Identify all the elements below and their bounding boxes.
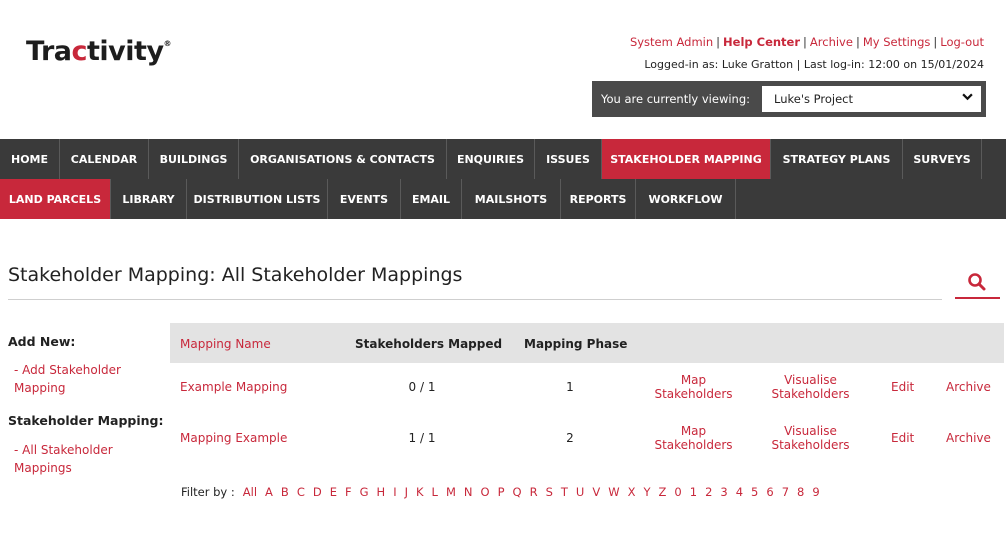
logout-link[interactable]: Log-out	[940, 35, 984, 49]
tab-mailshots[interactable]: MAILSHOTS	[462, 179, 561, 219]
search-icon	[968, 273, 986, 291]
map-stakeholders-link[interactable]: Map Stakeholders	[646, 424, 741, 452]
archive-row-link[interactable]: Archive	[946, 380, 991, 394]
viewing-label: You are currently viewing:	[601, 92, 751, 106]
filter-letter[interactable]: F	[345, 485, 352, 499]
filter-letter[interactable]: 3	[720, 485, 727, 499]
primary-nav: HOME CALENDAR BUILDINGS ORGANISATIONS & …	[0, 139, 1006, 179]
sidebar-section-heading: Stakeholder Mapping:	[8, 413, 164, 428]
filter-letter[interactable]: B	[281, 485, 289, 499]
column-stakeholders-mapped: Stakeholders Mapped	[355, 337, 503, 351]
filter-letter[interactable]: 0	[674, 485, 681, 499]
filter-letter[interactable]: 7	[782, 485, 789, 499]
filter-letter[interactable]: W	[608, 485, 619, 499]
filter-letter[interactable]: 2	[705, 485, 712, 499]
filter-letter[interactable]: K	[416, 485, 424, 499]
filter-letter[interactable]: G	[360, 485, 369, 499]
filter-letter[interactable]: T	[561, 485, 568, 499]
tab-buildings[interactable]: BUILDINGS	[149, 139, 239, 179]
my-settings-link[interactable]: My Settings	[863, 35, 931, 49]
title-divider	[8, 299, 942, 300]
filter-letter[interactable]: R	[530, 485, 538, 499]
filter-letter[interactable]: M	[446, 485, 456, 499]
filter-letter[interactable]: I	[393, 485, 396, 499]
mapping-name-link[interactable]: Example Mapping	[180, 380, 287, 394]
column-mapping-phase: Mapping Phase	[524, 337, 628, 351]
login-info: Logged-in as: Luke Gratton | Last log-in…	[644, 58, 984, 71]
filter-letter[interactable]: V	[592, 485, 600, 499]
tab-reports[interactable]: REPORTS	[561, 179, 636, 219]
filter-letter[interactable]: 8	[797, 485, 804, 499]
filter-letter[interactable]: 1	[690, 485, 697, 499]
project-select[interactable]: Luke's Project	[762, 86, 981, 112]
archive-link[interactable]: Archive	[810, 35, 853, 49]
filter-letter[interactable]: 5	[751, 485, 758, 499]
filter-letter[interactable]: H	[377, 485, 386, 499]
filter-letter[interactable]: E	[330, 485, 337, 499]
archive-row-link[interactable]: Archive	[946, 431, 991, 445]
filter-letter[interactable]: 9	[812, 485, 819, 499]
tab-home[interactable]: HOME	[0, 139, 60, 179]
edit-link[interactable]: Edit	[891, 431, 914, 445]
secondary-nav: LAND PARCELS LIBRARY DISTRIBUTION LISTS …	[0, 179, 1006, 219]
mapping-phase-value: 1	[566, 380, 574, 394]
tab-surveys[interactable]: SURVEYS	[903, 139, 982, 179]
filter-letter[interactable]: Z	[659, 485, 667, 499]
stakeholders-mapped-value: 1 / 1	[408, 431, 436, 445]
chevron-down-icon	[962, 91, 973, 105]
tab-distribution-lists[interactable]: DISTRIBUTION LISTS	[187, 179, 328, 219]
mapping-phase-value: 2	[566, 431, 574, 445]
project-viewing-bar: You are currently viewing: Luke's Projec…	[592, 81, 986, 117]
tab-library[interactable]: LIBRARY	[111, 179, 187, 219]
tab-calendar[interactable]: CALENDAR	[60, 139, 149, 179]
tab-email[interactable]: EMAIL	[401, 179, 462, 219]
system-admin-link[interactable]: System Admin	[630, 35, 713, 49]
column-mapping-name[interactable]: Mapping Name	[180, 337, 271, 351]
filter-letter[interactable]: C	[297, 485, 305, 499]
filter-letter[interactable]: 4	[736, 485, 743, 499]
project-select-value: Luke's Project	[774, 92, 853, 106]
map-stakeholders-link[interactable]: Map Stakeholders	[646, 373, 741, 401]
filter-letter[interactable]: U	[576, 485, 584, 499]
mapping-name-link[interactable]: Mapping Example	[180, 431, 287, 445]
filter-letter[interactable]: Y	[643, 485, 650, 499]
filter-letter[interactable]: All	[243, 485, 257, 499]
tab-organisations-contacts[interactable]: ORGANISATIONS & CONTACTS	[239, 139, 447, 179]
visualise-stakeholders-link[interactable]: Visualise Stakeholders	[763, 424, 858, 452]
sidebar-add-new-heading: Add New:	[8, 334, 76, 349]
table-header: Mapping Name Stakeholders Mapped Mapping…	[170, 323, 1004, 363]
filter-letter[interactable]: A	[265, 485, 273, 499]
tab-stakeholder-mapping[interactable]: STAKEHOLDER MAPPING	[602, 139, 771, 179]
filter-letter[interactable]: X	[628, 485, 636, 499]
filter-letter[interactable]: P	[498, 485, 505, 499]
visualise-stakeholders-link[interactable]: Visualise Stakeholders	[763, 373, 858, 401]
add-stakeholder-mapping-link[interactable]: - Add Stakeholder Mapping	[14, 361, 144, 397]
filter-letter[interactable]: S	[546, 485, 553, 499]
stakeholders-mapped-value: 0 / 1	[408, 380, 436, 394]
filter-letter[interactable]: L	[432, 485, 438, 499]
page-title: Stakeholder Mapping: All Stakeholder Map…	[8, 264, 463, 286]
tab-enquiries[interactable]: ENQUIRIES	[447, 139, 535, 179]
filter-letter[interactable]: D	[313, 485, 322, 499]
filter-label: Filter by :	[181, 485, 235, 499]
help-center-link[interactable]: Help Center	[723, 35, 800, 49]
alpha-filter: Filter by : All A B C D E F G H I J K L M N O P Q R S T U V W X Y Z…	[181, 485, 828, 499]
tab-land-parcels[interactable]: LAND PARCELS	[0, 179, 111, 219]
tab-strategy-plans[interactable]: STRATEGY PLANS	[771, 139, 903, 179]
filter-letter[interactable]: J	[405, 485, 408, 499]
filter-letter[interactable]: 6	[766, 485, 773, 499]
edit-link[interactable]: Edit	[891, 380, 914, 394]
header-links: System Admin | Help Center | Archive | My Sett…	[629, 35, 984, 49]
search-button[interactable]	[955, 266, 1000, 299]
all-stakeholder-mappings-link[interactable]: - All Stakeholder Mappings	[14, 441, 134, 477]
tab-workflow[interactable]: WORKFLOW	[636, 179, 736, 219]
tab-issues[interactable]: ISSUES	[535, 139, 602, 179]
filter-letter[interactable]: Q	[513, 485, 522, 499]
filter-letter[interactable]: O	[481, 485, 490, 499]
filter-letter[interactable]: N	[464, 485, 473, 499]
tab-events[interactable]: EVENTS	[328, 179, 401, 219]
tractivity-logo: Tractivity®	[26, 36, 172, 67]
